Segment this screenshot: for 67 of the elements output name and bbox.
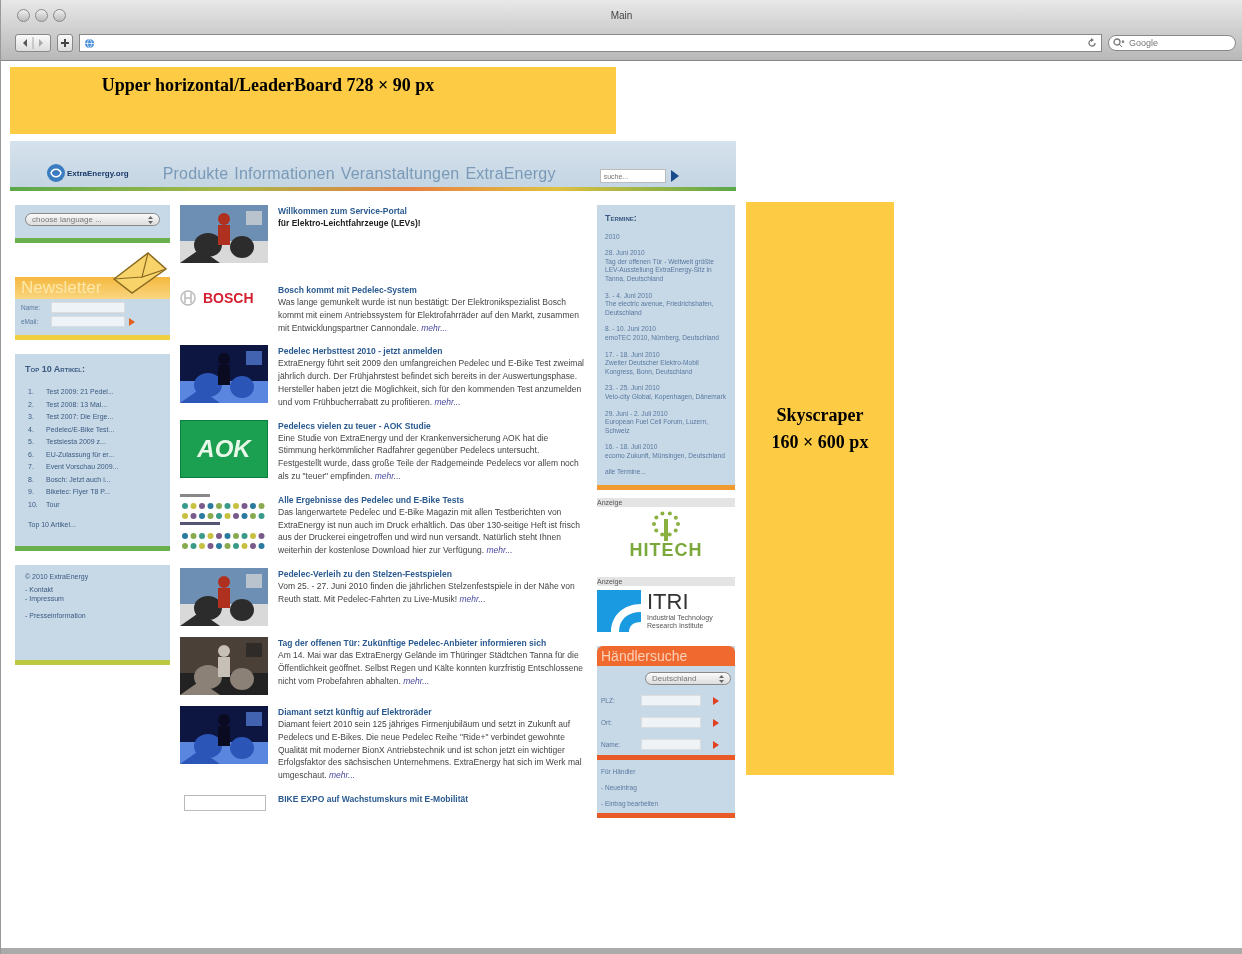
brand-wordmark: ITRI — [647, 590, 690, 615]
article-body: Was lange gemunkelt wurde ist nun bestätigt: Der Elektronikspezialist Bosch kommt mit einem Antriebssystem für Elektrofahrräder auf den Markt, zusammen mit Entwicklungspartner Cannondale. mehr... — [278, 296, 580, 335]
close-button[interactable] — [17, 8, 30, 22]
article-body: Eine Studie von ExtraEnergy und der Krankenversicherung AOK hat die Stimmung herkömmlicher Radfahrer gegenüber Pedelecs untersucht. Festgestellt wurde, dass große Teile der Radgemeinde Pedelecs vor allem noch als zu "teuer" empfinden. mehr... — [278, 431, 580, 483]
more-link[interactable]: mehr... — [434, 396, 461, 407]
updown-arrows-icon — [148, 215, 153, 224]
tree-icon — [649, 511, 683, 542]
ad-label: Skyscraper — [776, 404, 864, 426]
article-body: Am 14. Mai war das ExtraEnergy Gelände im Thüringer Städtchen Tanna für die Öffentlichkeit geöffnet. Selbst Regen und Kälte konnten kurzfristig Entschlossene nicht vom Probefahren abhalten. mehr... — [278, 648, 584, 688]
more-link[interactable]: mehr... — [486, 545, 513, 556]
logo-icon — [180, 290, 196, 306]
globe-icon — [84, 37, 95, 49]
article-title[interactable]: Diamant setzt künftig auf Elektroräder — [278, 705, 584, 718]
article-title[interactable]: Tag der offenen Tür: Zukünftige Pedelec-Anbieter informieren sich — [278, 636, 584, 649]
newsletter-input[interactable] — [51, 302, 125, 313]
minimize-button[interactable] — [35, 8, 48, 22]
article-title[interactable]: Alle Ergebnisse des Pedelec und E-Bike Tests — [278, 493, 584, 506]
submit-arrow-icon[interactable] — [129, 317, 135, 326]
envelope-icon — [112, 251, 168, 295]
logo-icon — [597, 590, 641, 633]
article-title[interactable]: Pedelecs vielen zu teuer - AOK Studie — [278, 419, 584, 432]
window-title: Main — [609, 9, 634, 21]
dealer-search-title: Händlersuche — [601, 648, 688, 665]
section-title: Top 10 Artikel: — [25, 364, 86, 374]
more-link[interactable]: mehr... — [421, 322, 448, 333]
article-body: Das langerwartete Pedelec und E-Bike Magazin mit allen Testberichten von ExtraEnergy ist nun auch im Druck erhältlich. Das über 130-seitige Heft ist frisch aus der Druckerei eingetroffen und wird nun versandt. Natürlich steht Ihnen weiterhin der kostenlose Download hier zur Verfügung. mehr... — [278, 505, 581, 557]
article-title[interactable]: Willkommen zum Service-Portal — [278, 205, 584, 217]
article-body: Vom 25. - 27. Juni 2010 finden die jährlichen Stelzenfestspiele in der Nähe von Reuth statt. Mit Pedelec-Fahrten zu Live-Musik! mehr... — [278, 579, 576, 606]
logo-icon — [46, 163, 66, 183]
section-title: Termine: — [605, 214, 638, 223]
search-input[interactable] — [641, 717, 701, 729]
search-input[interactable] — [641, 739, 701, 751]
article-title[interactable]: Pedelec Herbsttest 2010 - jetzt anmelden — [278, 345, 584, 358]
more-link[interactable]: mehr... — [374, 470, 401, 481]
submit-arrow-icon[interactable] — [713, 696, 719, 705]
more-link[interactable]: mehr... — [403, 675, 430, 686]
newsletter-input[interactable] — [51, 316, 125, 327]
search-field[interactable]: Google — [1108, 35, 1236, 51]
submit-arrow-icon[interactable] — [713, 718, 719, 727]
article-title[interactable]: BIKE EXPO auf Wachstumskurs mit E-Mobilität — [278, 792, 584, 805]
ad-label: Upper horizontal/LeaderBoard 728 × 90 px — [101, 75, 435, 97]
reload-icon[interactable] — [1087, 38, 1097, 48]
more-link[interactable]: mehr... — [459, 593, 486, 604]
search-input[interactable] — [641, 695, 701, 707]
country-select[interactable]: Deutschland — [645, 672, 731, 686]
language-select[interactable]: choose language ... — [25, 213, 160, 226]
article-title[interactable]: Bosch kommt mit Pedelec-System — [278, 284, 584, 296]
ad-label: 160 × 600 px — [771, 431, 869, 453]
back-forward-buttons[interactable] — [15, 34, 51, 52]
updown-arrows-icon — [719, 674, 724, 683]
article-body: ExtraEnergy führt seit 2009 den umfangreichen Pedelec und E-Bike Test zweimal jährlich durch. Der Frühjahrstest befindet sich bereits in der Auswertungsphase. Hersteller haben jetzt die Möglichkeit, sich für den kommenden Test anzumelden und vom Frühbucherrabatt zu profitieren. mehr... — [278, 357, 584, 409]
article-title[interactable]: Pedelec-Verleih zu den Stelzen-Festspielen — [278, 567, 584, 580]
article-body: Diamant feiert 2010 sein 125 jähriges Firmenjubiläum und setzt in Zukunft auf Pedelecs und E-Bikes. Die neue Pedelec Reihe "Ride+" verbindet gewohnte Qualität mit moderner BionX Antriebstechnik und ist schon jetzt ein wichtiger Erfolgsfaktor des sächsischen Unternehmens. ExtraEnergy hat sich im Werk mal umgeschaut. mehr... — [278, 717, 583, 782]
play-arrow-icon[interactable] — [670, 170, 679, 182]
brand-logo: AOK — [180, 419, 268, 478]
article-subtitle: für Elektro-Leichtfahrzeuge (LEVs)! — [278, 217, 422, 229]
more-link[interactable]: mehr... — [329, 770, 356, 781]
submit-arrow-icon[interactable] — [713, 740, 719, 749]
zoom-button[interactable] — [53, 8, 66, 22]
newsletter-title: Newsletter — [21, 278, 102, 298]
brand-wordmark: HITECH — [629, 541, 703, 560]
address-field[interactable] — [79, 34, 1102, 52]
site-logo[interactable]: ExtraEnergy.org — [67, 168, 129, 178]
plus-icon — [60, 38, 70, 48]
search-icon — [1113, 38, 1125, 48]
add-bookmark-button[interactable] — [57, 34, 73, 52]
brand-wordmark: BOSCH — [203, 290, 254, 306]
